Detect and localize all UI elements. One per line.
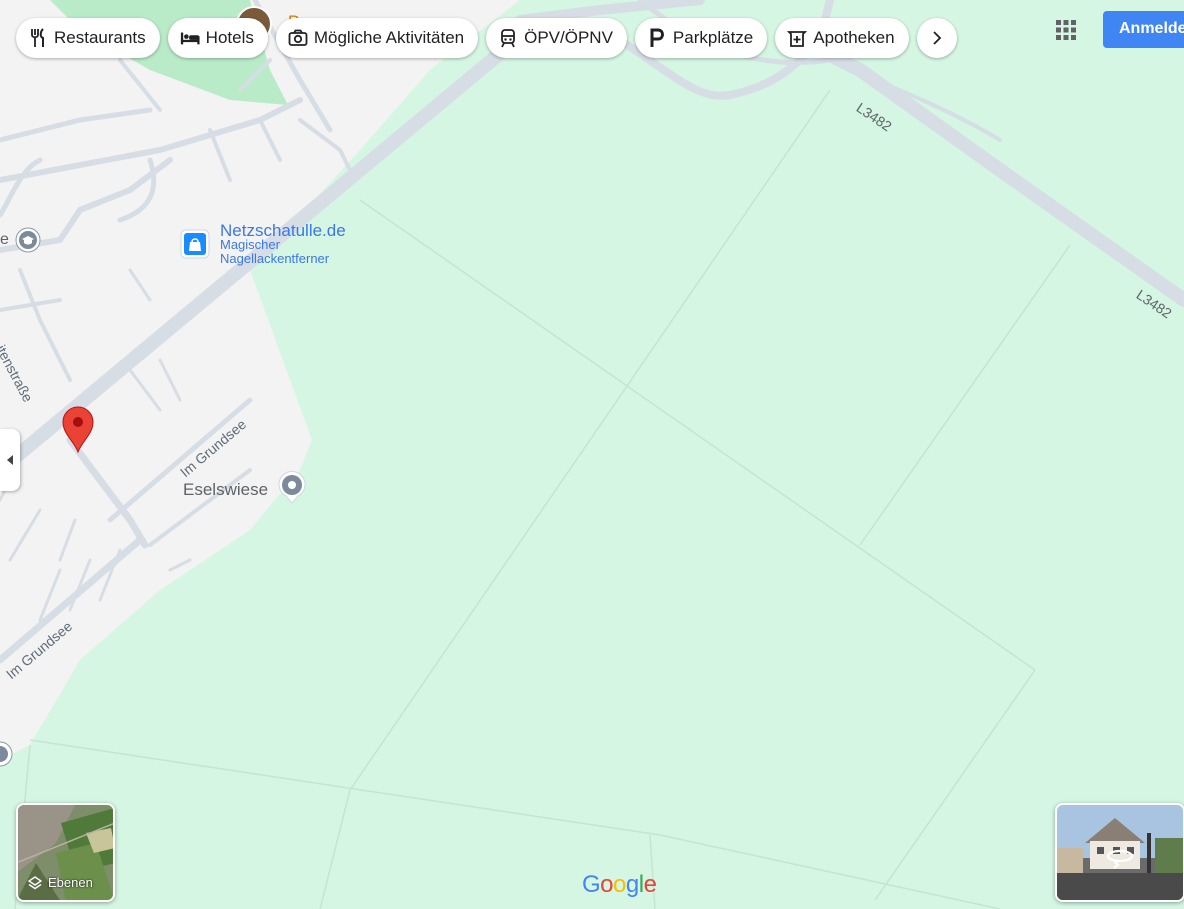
chip-scroll-next-button[interactable] bbox=[916, 18, 957, 58]
rotate-360-icon bbox=[1106, 849, 1134, 869]
logo-letter: o bbox=[613, 871, 626, 898]
chip-pharmacies[interactable]: Apotheken bbox=[775, 18, 909, 58]
chip-label: Mögliche Aktivitäten bbox=[313, 28, 465, 47]
google-logo: Google bbox=[582, 871, 657, 899]
map-canvas[interactable]: L3482 L3482 Im Grundsee Im Grundsee iten… bbox=[0, 0, 1184, 909]
chip-label: Restaurants bbox=[54, 28, 146, 47]
chevron-right-icon bbox=[927, 28, 947, 48]
chip-activities[interactable]: Mögliche Aktivitäten bbox=[275, 18, 479, 58]
chip-transit[interactable]: ÖPV/ÖPNV bbox=[486, 18, 627, 58]
logo-letter: G bbox=[582, 871, 601, 898]
pharmacy-icon bbox=[787, 28, 808, 48]
netzschatulle-poi-marker[interactable] bbox=[180, 229, 210, 259]
logo-letter: g bbox=[625, 871, 639, 898]
bed-icon bbox=[180, 28, 200, 48]
category-chip-bar: Restaurants Hotels Mögliche Aktivitäten … bbox=[16, 18, 957, 58]
chip-label: Apotheken bbox=[813, 28, 895, 47]
chip-label: Parkplätze bbox=[672, 28, 754, 47]
layers-button[interactable]: Ebenen bbox=[16, 803, 115, 902]
train-icon bbox=[498, 28, 518, 48]
red-pin-icon bbox=[62, 406, 94, 454]
chip-label: Hotels bbox=[205, 28, 254, 47]
place-label-partial: e bbox=[0, 231, 9, 248]
location-pin[interactable] bbox=[60, 405, 96, 455]
layers-label-group: Ebenen bbox=[28, 875, 93, 890]
parking-icon bbox=[647, 28, 667, 48]
side-panel-toggle[interactable] bbox=[0, 429, 20, 491]
layers-icon bbox=[28, 875, 42, 889]
caret-left-icon bbox=[7, 455, 13, 465]
street-view-thumbnail[interactable] bbox=[1055, 803, 1184, 902]
camera-icon bbox=[288, 28, 308, 48]
map-base-layer bbox=[0, 0, 1184, 909]
fork-knife-icon bbox=[28, 28, 48, 48]
poi-marker-icon bbox=[0, 741, 13, 767]
eselswiese-marker[interactable] bbox=[277, 470, 307, 505]
sign-in-button[interactable]: Anmelden bbox=[1103, 11, 1184, 48]
chip-parking[interactable]: Parkplätze bbox=[634, 18, 768, 58]
logo-letter: e bbox=[643, 871, 657, 898]
logo-letter: o bbox=[600, 871, 614, 898]
google-apps-grid-icon[interactable] bbox=[1054, 18, 1078, 42]
edge-poi-marker[interactable] bbox=[0, 740, 14, 768]
graduation-cap-icon bbox=[15, 227, 41, 253]
chip-hotels[interactable]: Hotels bbox=[167, 18, 268, 58]
poi-subtitle-line1: Magischer bbox=[220, 237, 280, 252]
chip-label: ÖPV/ÖPNV bbox=[524, 28, 613, 47]
place-name-eselswiese[interactable]: Eselswiese bbox=[183, 480, 268, 500]
chip-restaurants[interactable]: Restaurants bbox=[16, 18, 160, 58]
school-poi-marker[interactable] bbox=[14, 227, 42, 255]
layers-label: Ebenen bbox=[48, 875, 93, 890]
shopping-bag-icon bbox=[180, 229, 210, 259]
poi-subtitle-line2: Nagellackentferner bbox=[220, 251, 330, 266]
place-pin-icon bbox=[278, 470, 306, 504]
